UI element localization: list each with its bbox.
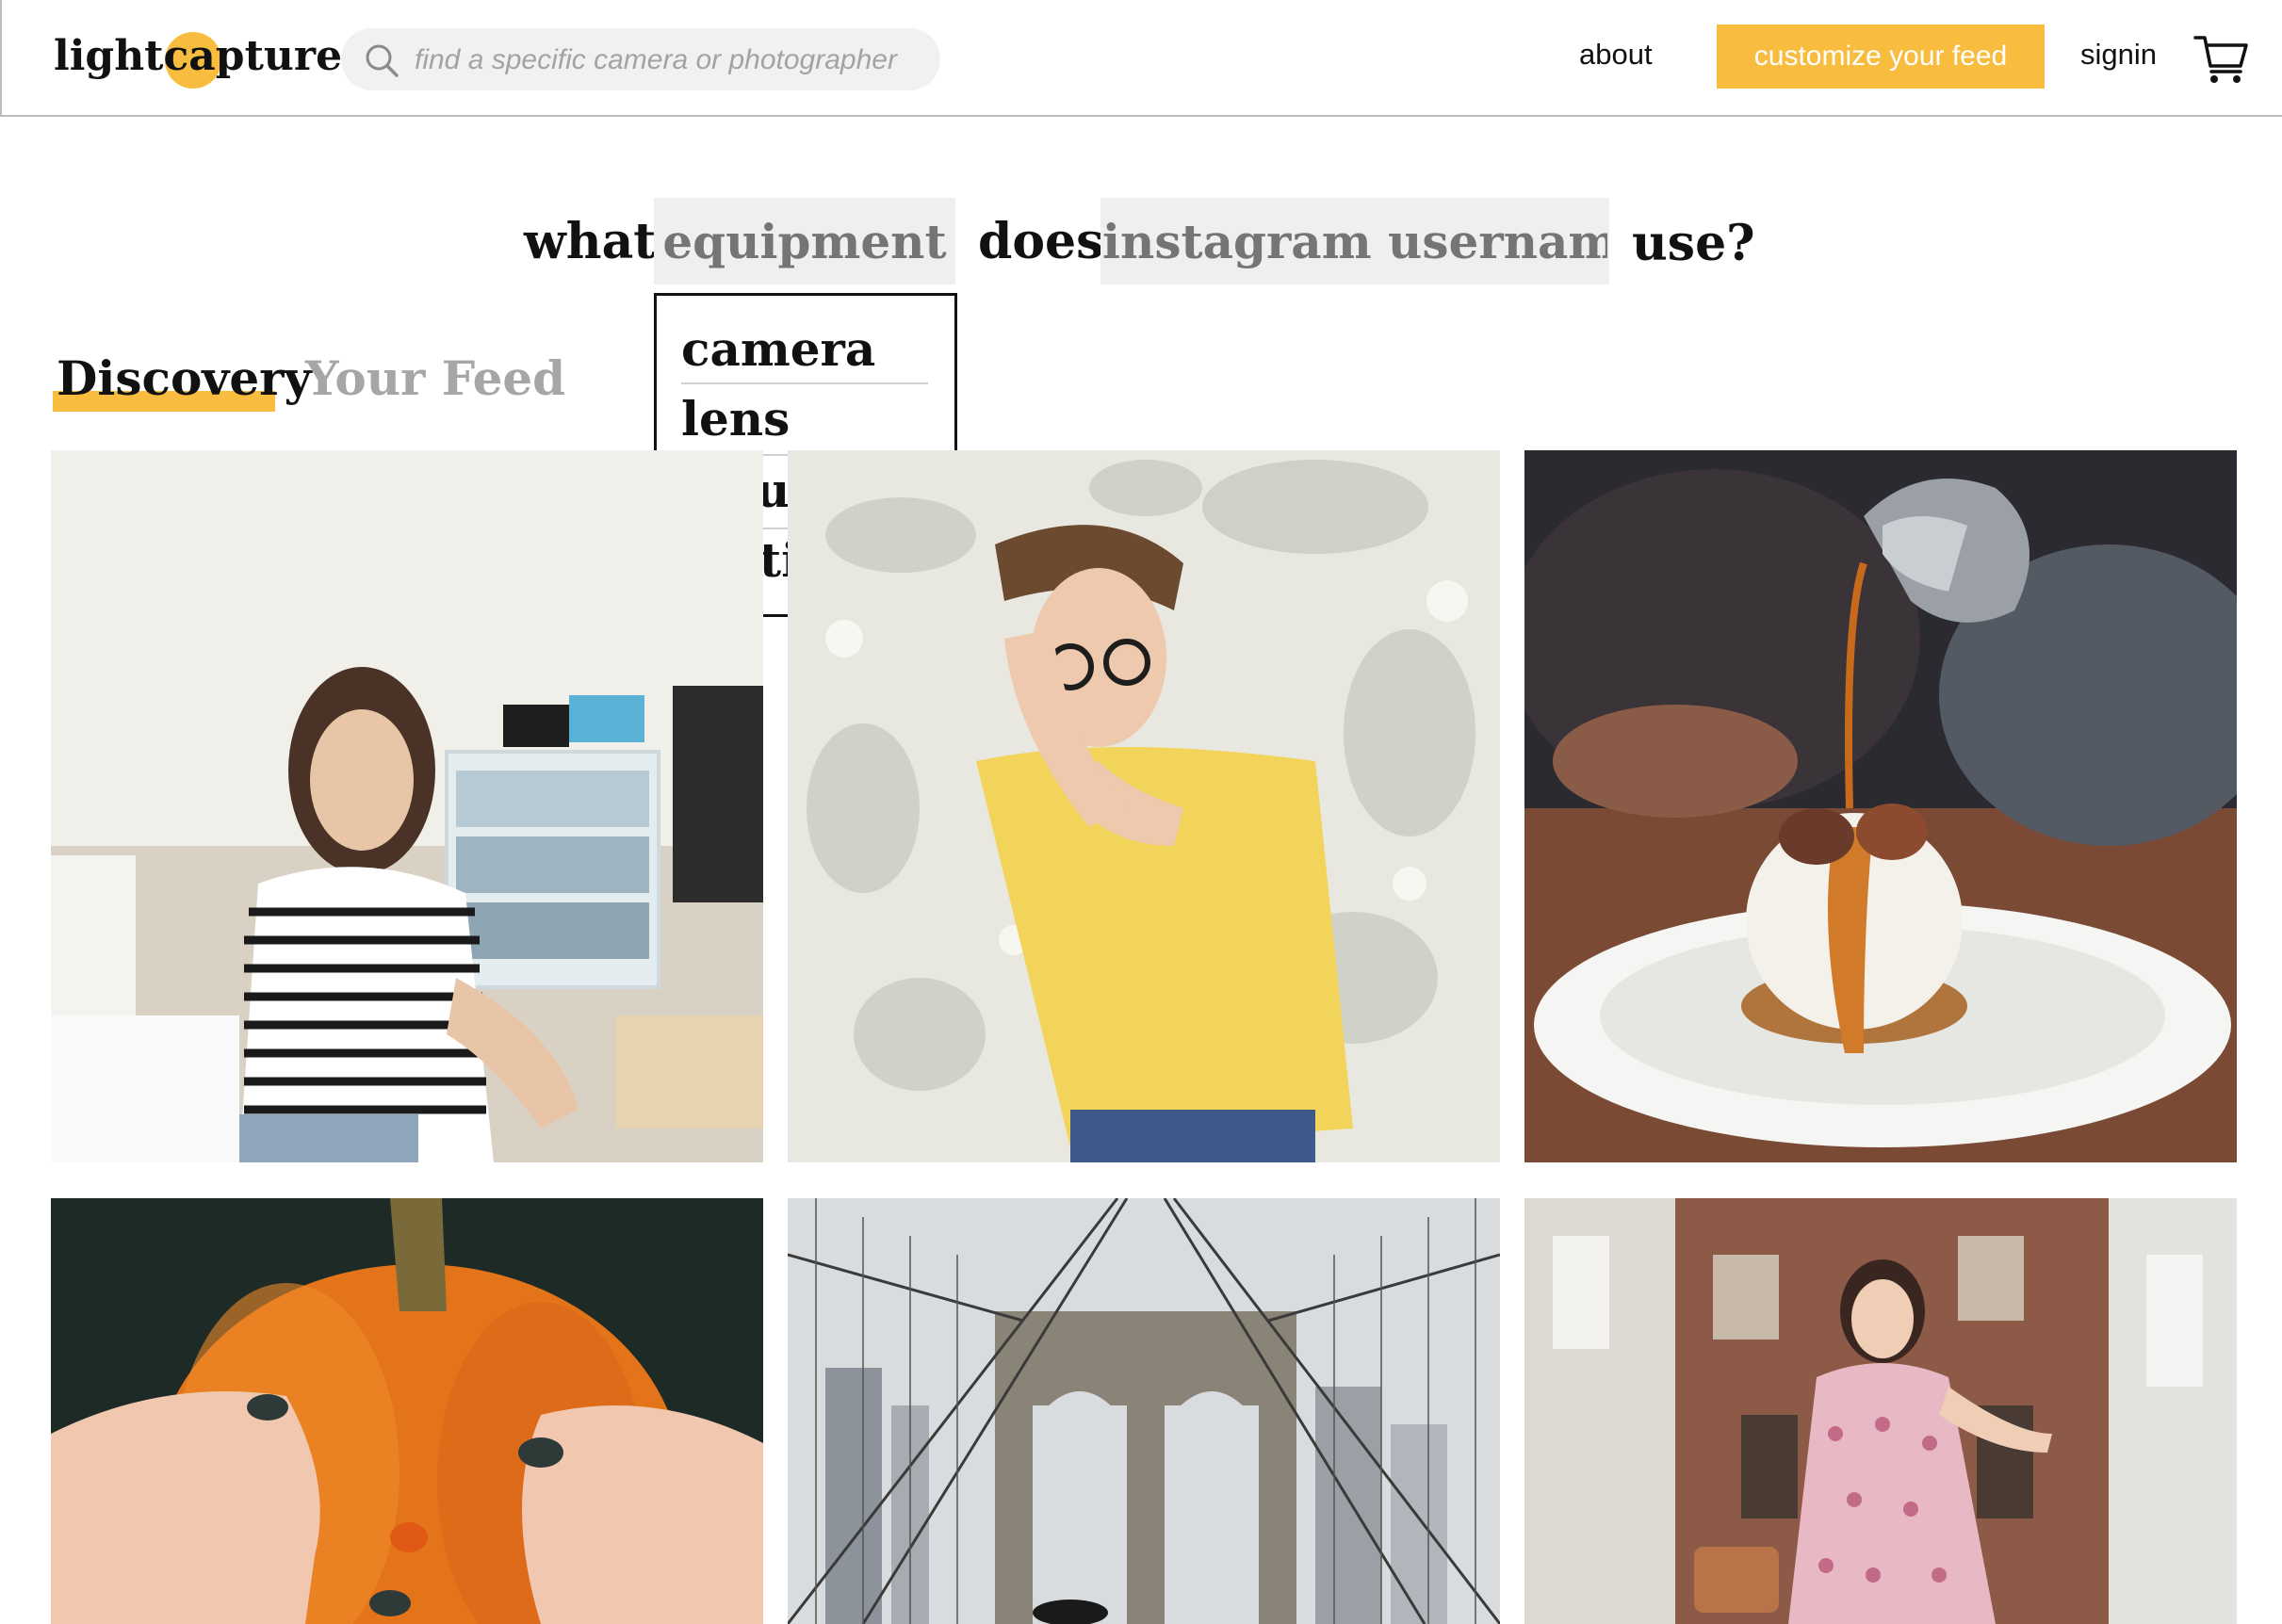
- question-word-does: does: [978, 213, 1104, 270]
- tab-discovery[interactable]: Discovery: [57, 350, 312, 406]
- search-input[interactable]: [413, 36, 925, 85]
- dropdown-item-camera[interactable]: camera: [681, 315, 928, 384]
- cart-icon[interactable]: [2193, 32, 2248, 85]
- signin-link[interactable]: signin: [2080, 38, 2157, 72]
- photo-woman-brick-building[interactable]: [1524, 1198, 2237, 1624]
- photo-woman-striped-shirt[interactable]: [51, 450, 763, 1162]
- photo-brooklyn-bridge[interactable]: [788, 1198, 1500, 1624]
- photo-man-yellow-shirt[interactable]: [788, 450, 1500, 1162]
- photo-dessert-caramel-pour[interactable]: [1524, 450, 2237, 1162]
- equipment-field[interactable]: [654, 198, 955, 284]
- about-link[interactable]: about: [1579, 38, 1653, 72]
- tab-your-feed[interactable]: Your Feed: [305, 350, 565, 406]
- search-bar[interactable]: [341, 28, 940, 90]
- question-word-what: what: [524, 213, 657, 270]
- question-word-use: use?: [1632, 215, 1755, 272]
- dropdown-item-lens[interactable]: lens: [681, 384, 928, 454]
- customize-feed-button[interactable]: customize your feed: [1717, 24, 2045, 89]
- search-icon: [366, 44, 399, 77]
- top-nav-bar: lightcapture about customize your feed s…: [0, 0, 2282, 117]
- logo-text: lightcapture: [54, 32, 343, 80]
- instagram-username-field[interactable]: [1100, 198, 1609, 284]
- photo-hands-pumpkin[interactable]: [51, 1198, 763, 1624]
